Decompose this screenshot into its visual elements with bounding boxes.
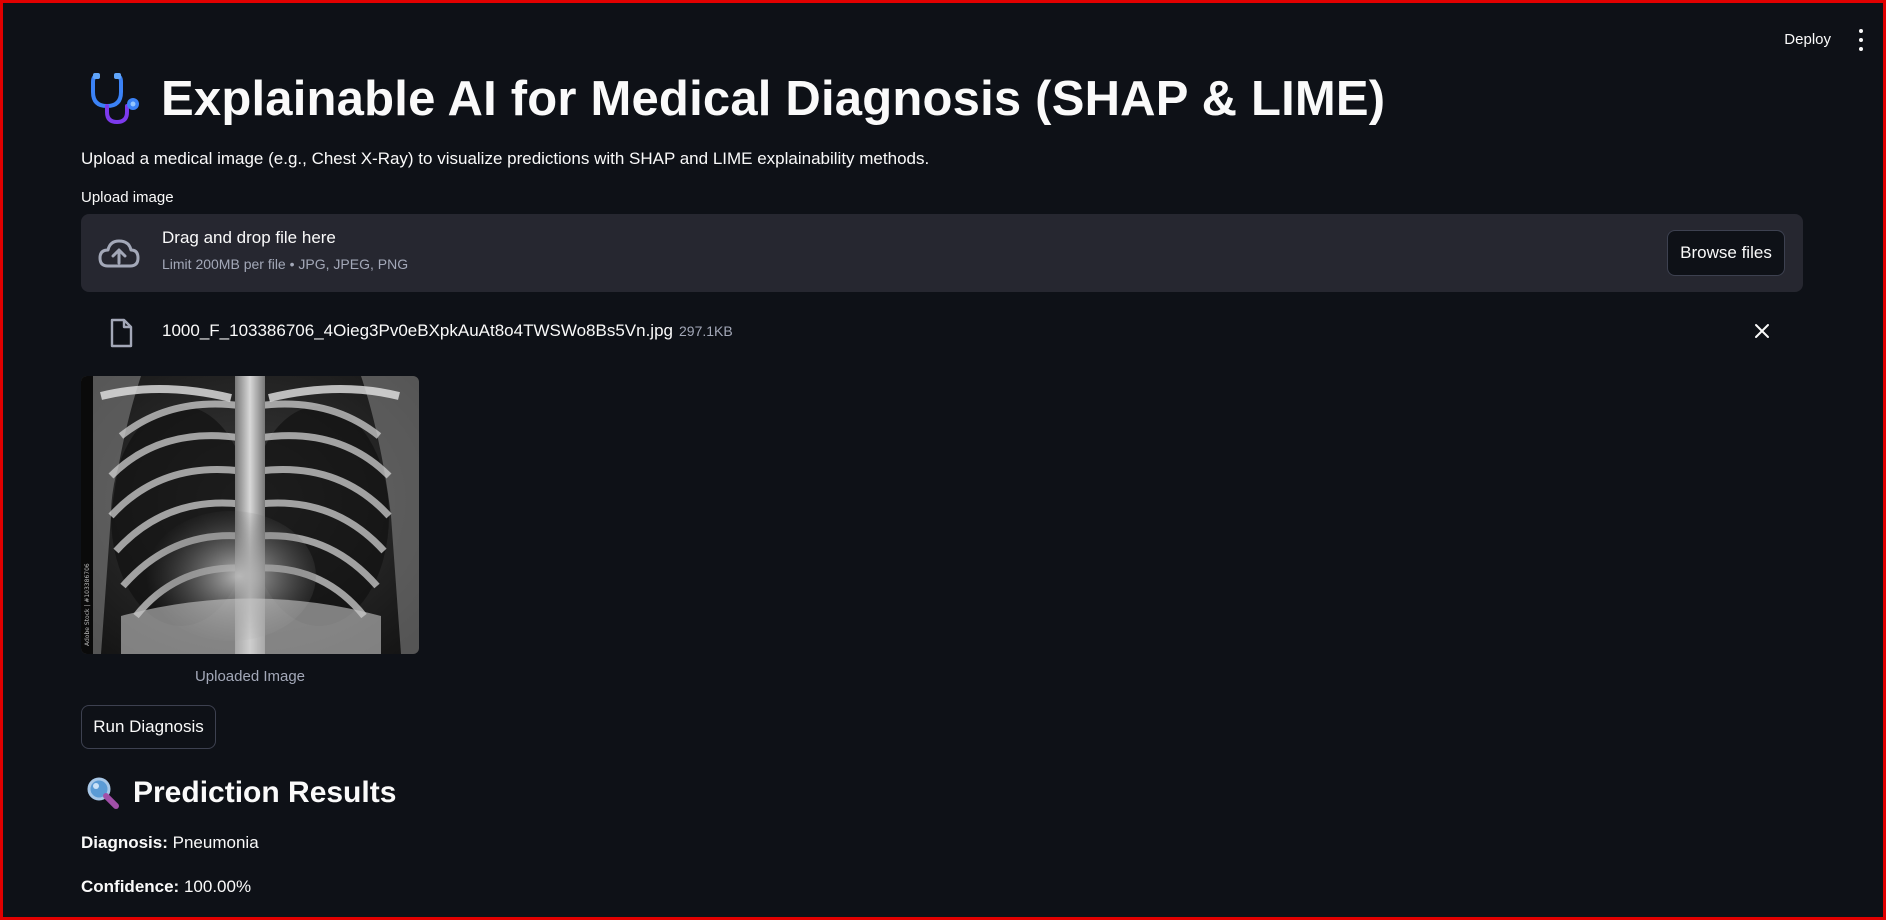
- dropzone-limit: Limit 200MB per file • JPG, JPEG, PNG: [162, 256, 409, 272]
- file-icon: [110, 318, 133, 348]
- page-subtitle: Upload a medical image (e.g., Chest X-Ra…: [81, 149, 930, 168]
- run-diagnosis-button[interactable]: Run Diagnosis: [81, 705, 216, 749]
- diagnosis-value: Pneumonia: [172, 833, 259, 852]
- kebab-menu-icon[interactable]: [1851, 29, 1871, 51]
- confidence-label: Confidence:: [81, 877, 180, 896]
- stethoscope-icon: [91, 73, 139, 125]
- dropzone-title: Drag and drop file here: [162, 228, 336, 247]
- upload-label: Upload image: [81, 189, 174, 206]
- uploaded-file-name: 1000_F_103386706_4Oieg3Pv0eBXpkAuAt8o4TW…: [162, 321, 733, 341]
- file-size: 297.1KB: [679, 323, 733, 339]
- file-dropzone[interactable]: Drag and drop file here Limit 200MB per …: [81, 214, 1803, 292]
- dropzone-text: Drag and drop file here Limit 200MB per …: [162, 228, 408, 272]
- results-header: Prediction Results: [81, 771, 1803, 815]
- main-content: Explainable AI for Medical Diagnosis (SH…: [81, 63, 1803, 897]
- uploaded-image-container: Adobe Stock | #103386706 Uploaded Image: [81, 376, 419, 685]
- diagnosis-label: Diagnosis:: [81, 833, 168, 852]
- image-watermark: Adobe Stock | #103386706: [84, 563, 91, 646]
- browse-files-button[interactable]: Browse files: [1667, 230, 1785, 276]
- chest-xray-image: Adobe Stock | #103386706: [81, 376, 419, 654]
- title-row: Explainable AI for Medical Diagnosis (SH…: [81, 63, 1803, 135]
- image-caption: Uploaded Image: [194, 668, 306, 685]
- deploy-button[interactable]: Deploy: [1778, 27, 1837, 52]
- file-name-text: 1000_F_103386706_4Oieg3Pv0eBXpkAuAt8o4TW…: [162, 321, 673, 340]
- diagnosis-line: Diagnosis: Pneumonia: [81, 833, 1803, 853]
- magnifier-icon: [87, 777, 119, 809]
- confidence-value: 100.00%: [183, 877, 252, 896]
- results-title: Prediction Results: [133, 776, 397, 809]
- cloud-upload-icon: [98, 239, 140, 268]
- uploaded-file-row: 1000_F_103386706_4Oieg3Pv0eBXpkAuAt8o4TW…: [81, 298, 1803, 362]
- confidence-line: Confidence: 100.00%: [81, 877, 1803, 897]
- page-title: Explainable AI for Medical Diagnosis (SH…: [161, 72, 1386, 126]
- close-icon[interactable]: [1751, 320, 1773, 342]
